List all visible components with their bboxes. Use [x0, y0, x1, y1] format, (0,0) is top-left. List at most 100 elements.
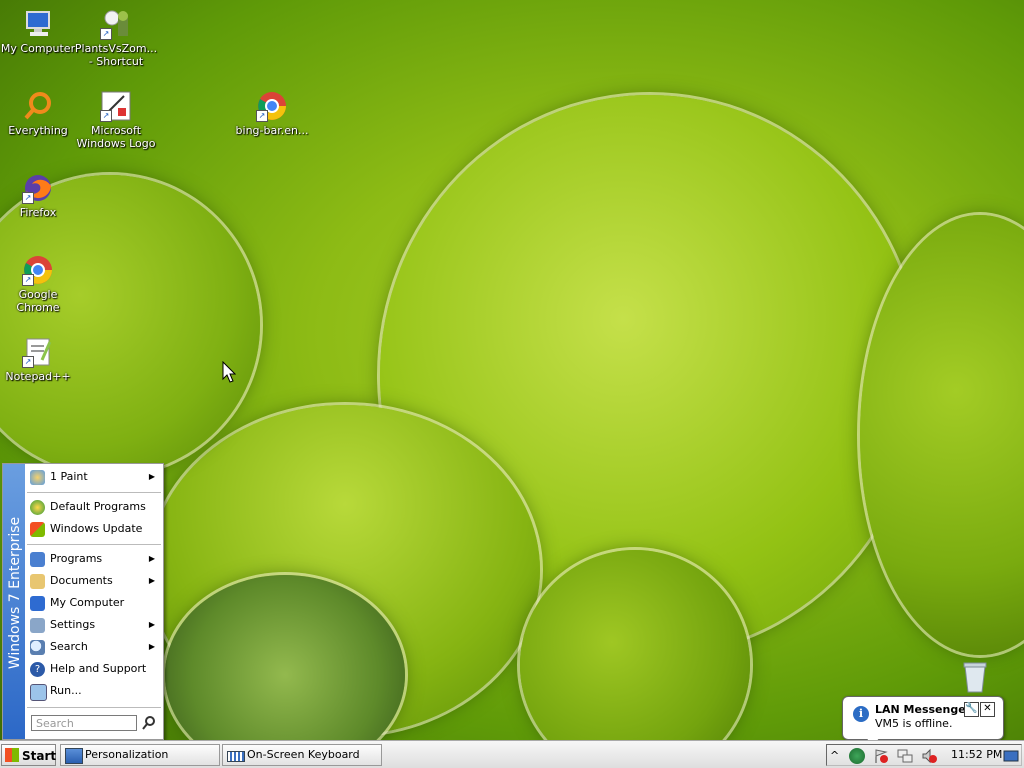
everything-search-icon [22, 90, 54, 122]
start-menu-item-documents[interactable]: Documents ▶ [27, 571, 161, 591]
volume-muted-icon[interactable] [921, 748, 937, 764]
desktop-icon-label: Firefox [19, 206, 57, 219]
show-desktop-icon[interactable] [1003, 748, 1019, 764]
recycle-bin-icon[interactable] [960, 660, 990, 694]
desktop-icon-label: Google Chrome [16, 288, 60, 314]
network-icon[interactable] [897, 748, 913, 764]
submenu-arrow-icon: ▶ [148, 576, 155, 585]
submenu-arrow-icon: ▶ [148, 554, 155, 563]
menu-item-label: Settings [50, 618, 96, 631]
notification-close-button[interactable]: ✕ [980, 702, 995, 717]
menu-item-label: Run... [50, 684, 82, 697]
action-center-flag-icon[interactable] [873, 748, 889, 764]
firefox-icon: ↗ [22, 172, 54, 204]
documents-icon [30, 574, 45, 589]
start-menu-item-search[interactable]: Search ▶ [27, 637, 161, 657]
menu-item-label: My Computer [50, 596, 125, 609]
desktop-icon-microsoft-windows-logo[interactable]: ↗ Microsoft Windows Logo [74, 90, 158, 150]
start-menu-search-input[interactable]: Search [31, 715, 137, 731]
desktop-icon-google-chrome[interactable]: ↗ Google Chrome [0, 254, 80, 314]
computer-icon [30, 596, 45, 611]
start-button[interactable]: Start [1, 744, 56, 766]
wallpaper-leaf [0, 175, 260, 475]
taskbar-button-on-screen-keyboard[interactable]: On-Screen Keyboard [222, 744, 382, 766]
menu-separator [27, 707, 161, 708]
chrome-document-icon: ↗ [256, 90, 288, 122]
search-icon [30, 640, 45, 655]
start-menu-item-default-programs[interactable]: Default Programs [27, 497, 161, 517]
info-icon: i [853, 706, 869, 722]
start-menu-item-help-and-support[interactable]: ? Help and Support [27, 659, 161, 679]
menu-separator [27, 492, 161, 493]
shortcut-arrow-icon: ↗ [100, 110, 112, 122]
menu-item-label: Help and Support [50, 662, 147, 675]
submenu-arrow-icon: ▶ [148, 472, 155, 481]
start-button-label: Start [22, 749, 57, 763]
start-menu-item-run[interactable]: Run... [27, 681, 161, 701]
desktop-icon-label: bing-bar.en... [235, 124, 309, 137]
lan-messenger-icon[interactable] [849, 748, 865, 764]
lan-messenger-notification[interactable]: i LAN Messenger VM5 is offline. 🔧 ✕ [842, 696, 1004, 748]
show-hidden-icons-chevron[interactable]: ^ [830, 748, 846, 764]
notification-settings-button[interactable]: 🔧 [964, 702, 979, 717]
start-menu-item-my-computer[interactable]: My Computer [27, 593, 161, 613]
search-icon[interactable] [141, 715, 157, 731]
desktop-icon-plants-vs-zombies[interactable]: ↗ PlantsVsZom... - Shortcut [74, 8, 158, 68]
notepad-plus-plus-icon: ↗ [22, 336, 54, 368]
menu-item-label: Windows Update [50, 522, 143, 535]
notification-message: VM5 is offline. [875, 717, 953, 730]
desktop-icon-label: Microsoft Windows Logo [76, 124, 156, 150]
run-icon [30, 684, 47, 701]
desktop-icon-label: Everything [8, 124, 68, 137]
desktop-icon-notepad-plus-plus[interactable]: ↗ Notepad++ [0, 336, 80, 383]
menu-item-label: Documents [50, 574, 113, 587]
mouse-cursor [222, 360, 237, 386]
shortcut-arrow-icon: ↗ [22, 192, 34, 204]
windows-flag-icon [5, 748, 19, 762]
desktop-icon-label: PlantsVsZom... - Shortcut [74, 42, 158, 68]
taskbar-button-personalization[interactable]: Personalization [60, 744, 220, 766]
menu-item-label: Search [50, 640, 88, 653]
programs-icon [30, 552, 45, 567]
personalization-icon [65, 748, 83, 764]
menu-item-label: 1 Paint [50, 470, 88, 483]
chrome-icon: ↗ [22, 254, 54, 286]
windows-update-icon [30, 522, 45, 537]
start-menu-item-windows-update[interactable]: Windows Update [27, 519, 161, 539]
start-menu: Windows 7 Enterprise 1 Paint ▶ Default P… [2, 463, 164, 740]
start-menu-banner: Windows 7 Enterprise [3, 464, 25, 739]
plants-vs-zombies-icon: ↗ [100, 8, 132, 40]
shortcut-arrow-icon: ↗ [256, 110, 268, 122]
desktop-icon-firefox[interactable]: ↗ Firefox [0, 172, 80, 219]
system-tray: ^ 11:52 PM [826, 744, 1022, 766]
paint-icon [30, 470, 45, 485]
start-menu-banner-text: Windows 7 Enterprise [7, 516, 23, 670]
taskbar-clock[interactable]: 11:52 PM [951, 745, 1002, 765]
start-menu-item-paint[interactable]: 1 Paint ▶ [27, 467, 161, 487]
submenu-arrow-icon: ▶ [148, 620, 155, 629]
help-icon: ? [30, 662, 45, 677]
shortcut-arrow-icon: ↗ [100, 28, 112, 40]
menu-separator [27, 544, 161, 545]
desktop-icon-everything[interactable]: Everything [0, 90, 80, 137]
default-programs-icon [30, 500, 45, 515]
windows-logo-kit-icon: ↗ [100, 90, 132, 122]
taskbar-button-label: Personalization [85, 748, 169, 761]
desktop-icon-label: My Computer [0, 42, 76, 55]
desktop-icon-my-computer[interactable]: My Computer [0, 8, 80, 55]
menu-item-label: Default Programs [50, 500, 146, 513]
computer-icon [22, 8, 54, 40]
shortcut-arrow-icon: ↗ [22, 274, 34, 286]
taskbar: Start Personalization On-Screen Keyboard… [0, 740, 1024, 768]
settings-icon [30, 618, 45, 633]
keyboard-icon [227, 751, 245, 762]
start-menu-item-programs[interactable]: Programs ▶ [27, 549, 161, 569]
notification-title: LAN Messenger [875, 703, 972, 716]
desktop-icon-bing-bar[interactable]: ↗ bing-bar.en... [230, 90, 314, 137]
submenu-arrow-icon: ▶ [148, 642, 155, 651]
start-menu-item-settings[interactable]: Settings ▶ [27, 615, 161, 635]
desktop-icon-label: Notepad++ [5, 370, 71, 383]
menu-item-label: Programs [50, 552, 103, 565]
shortcut-arrow-icon: ↗ [22, 356, 34, 368]
taskbar-button-label: On-Screen Keyboard [247, 748, 360, 761]
